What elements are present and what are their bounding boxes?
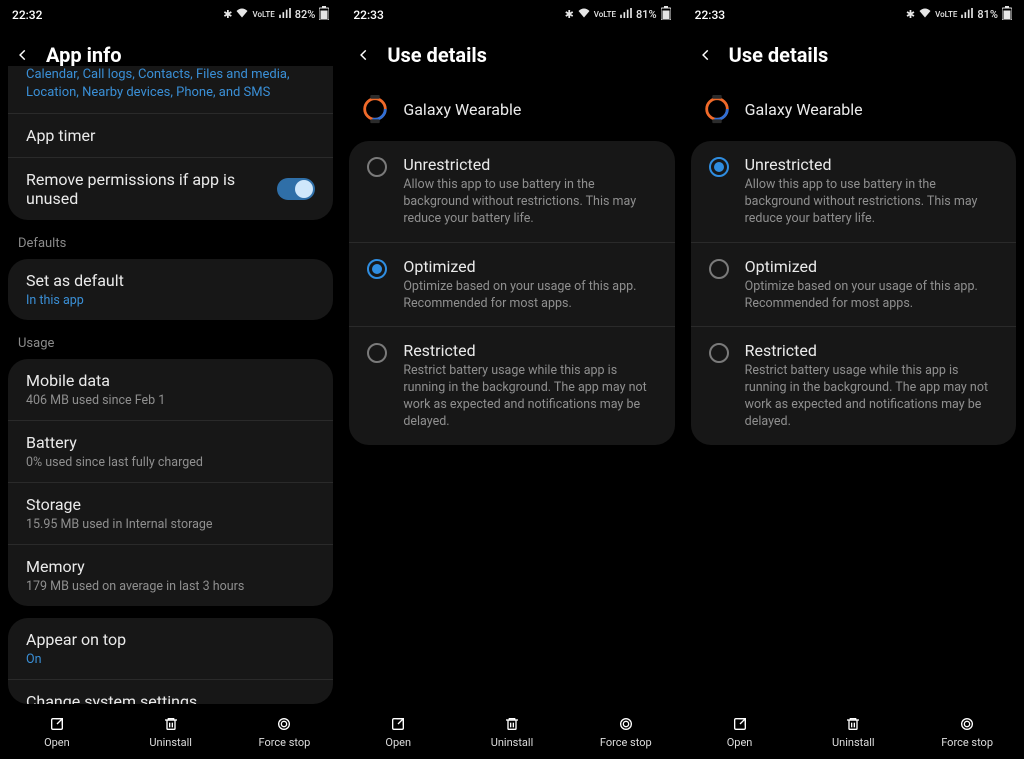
status-bar: 22:33 ✱ VoLTE 81% bbox=[683, 0, 1024, 25]
trash-icon bbox=[162, 715, 180, 733]
panel-battery-options: Unrestricted Allow this app to use batte… bbox=[691, 141, 1016, 445]
radio-optimized[interactable] bbox=[367, 259, 387, 279]
wifi-icon bbox=[236, 8, 248, 21]
battery-icon bbox=[319, 6, 329, 23]
status-bar: 22:33 ✱ VoLTE 81% bbox=[341, 0, 682, 25]
row-set-default[interactable]: Set as default In this app bbox=[8, 259, 333, 320]
row-app-timer[interactable]: App timer bbox=[8, 113, 333, 157]
screen-use-details-unrestricted: 22:33 ✱ VoLTE 81% Use details Galaxy Wea… bbox=[683, 0, 1024, 759]
signal-icon bbox=[279, 8, 291, 21]
app-row: Galaxy Wearable bbox=[683, 83, 1024, 141]
row-mobile-data[interactable]: Mobile data 406 MB used since Feb 1 bbox=[8, 359, 333, 420]
battery-pct: 81% bbox=[636, 8, 657, 21]
status-right: ✱ VoLTE 81% bbox=[565, 6, 671, 23]
wifi-icon bbox=[578, 8, 590, 21]
header: Use details bbox=[341, 25, 682, 83]
open-icon bbox=[48, 715, 66, 733]
battery-icon bbox=[661, 6, 671, 23]
status-time: 22:33 bbox=[695, 8, 725, 22]
row-appear-on-top[interactable]: Appear on top On bbox=[8, 618, 333, 679]
radio-restricted[interactable] bbox=[367, 343, 387, 363]
app-name: Galaxy Wearable bbox=[745, 100, 863, 119]
status-right: ✱ VoLTE 82% bbox=[223, 6, 329, 23]
back-button[interactable] bbox=[355, 46, 373, 64]
row-memory[interactable]: Memory 179 MB used on average in last 3 … bbox=[8, 544, 333, 606]
header: Use details bbox=[683, 25, 1024, 83]
row-change-system-settings[interactable]: Change system settings Allowed bbox=[8, 679, 333, 704]
option-restricted[interactable]: Restricted Restrict battery usage while … bbox=[349, 326, 674, 445]
volte-icon: VoLTE bbox=[594, 11, 616, 19]
section-usage: Usage bbox=[0, 332, 341, 359]
nav-force-stop[interactable]: Force stop bbox=[228, 705, 342, 759]
panel-top: Calendar, Call logs, Contacts, Files and… bbox=[8, 66, 333, 220]
section-defaults: Defaults bbox=[0, 232, 341, 259]
bluetooth-icon: ✱ bbox=[223, 8, 232, 21]
bottom-nav: Open Uninstall Force stop bbox=[0, 705, 341, 759]
screen-app-info: 22:32 ✱ VoLTE 82% App info bbox=[0, 0, 341, 759]
page-title: Use details bbox=[387, 43, 487, 67]
bottom-nav: Open Uninstall Force stop bbox=[683, 705, 1024, 759]
row-storage[interactable]: Storage 15.95 MB used in Internal storag… bbox=[8, 482, 333, 544]
toggle-remove-permissions[interactable] bbox=[277, 178, 315, 200]
app-name: Galaxy Wearable bbox=[403, 100, 521, 119]
signal-icon bbox=[961, 8, 973, 21]
open-icon bbox=[389, 715, 407, 733]
option-optimized[interactable]: Optimized Optimize based on your usage o… bbox=[349, 242, 674, 327]
page-title: App info bbox=[46, 43, 122, 67]
row-remove-permissions[interactable]: Remove permissions if app is unused bbox=[8, 157, 333, 220]
status-bar: 22:32 ✱ VoLTE 82% bbox=[0, 0, 341, 25]
bottom-nav: Open Uninstall Force stop bbox=[341, 705, 682, 759]
permissions-summary[interactable]: Calendar, Call logs, Contacts, Files and… bbox=[8, 66, 333, 113]
content-scroll: Calendar, Call logs, Contacts, Files and… bbox=[0, 66, 341, 705]
app-row: Galaxy Wearable bbox=[341, 83, 682, 141]
radio-restricted[interactable] bbox=[709, 343, 729, 363]
radio-unrestricted[interactable] bbox=[709, 157, 729, 177]
nav-open[interactable]: Open bbox=[0, 705, 114, 759]
panel-battery-options: Unrestricted Allow this app to use batte… bbox=[349, 141, 674, 445]
bluetooth-icon: ✱ bbox=[906, 8, 915, 21]
status-time: 22:33 bbox=[353, 8, 383, 22]
volte-icon: VoLTE bbox=[935, 11, 957, 19]
battery-pct: 81% bbox=[977, 8, 998, 21]
signal-icon bbox=[620, 8, 632, 21]
watch-icon bbox=[359, 93, 391, 125]
option-unrestricted[interactable]: Unrestricted Allow this app to use batte… bbox=[691, 141, 1016, 242]
nosign-icon bbox=[958, 715, 976, 733]
nav-open[interactable]: Open bbox=[683, 705, 797, 759]
row-battery[interactable]: Battery 0% used since last fully charged bbox=[8, 420, 333, 482]
page-title: Use details bbox=[729, 43, 829, 67]
panel-defaults: Set as default In this app bbox=[8, 259, 333, 320]
battery-icon bbox=[1002, 6, 1012, 23]
option-optimized[interactable]: Optimized Optimize based on your usage o… bbox=[691, 242, 1016, 327]
option-restricted[interactable]: Restricted Restrict battery usage while … bbox=[691, 326, 1016, 445]
battery-pct: 82% bbox=[295, 8, 316, 21]
wifi-icon bbox=[919, 8, 931, 21]
nav-uninstall[interactable]: Uninstall bbox=[796, 705, 910, 759]
back-button[interactable] bbox=[14, 46, 32, 64]
panel-usage: Mobile data 406 MB used since Feb 1 Batt… bbox=[8, 359, 333, 606]
radio-optimized[interactable] bbox=[709, 259, 729, 279]
screen-use-details-optimized: 22:33 ✱ VoLTE 81% Use details Galaxy Wea… bbox=[341, 0, 682, 759]
trash-icon bbox=[503, 715, 521, 733]
nosign-icon bbox=[617, 715, 635, 733]
nav-uninstall[interactable]: Uninstall bbox=[114, 705, 228, 759]
nav-open[interactable]: Open bbox=[341, 705, 455, 759]
nav-uninstall[interactable]: Uninstall bbox=[455, 705, 569, 759]
bluetooth-icon: ✱ bbox=[565, 8, 574, 21]
volte-icon: VoLTE bbox=[252, 11, 274, 19]
watch-icon bbox=[701, 93, 733, 125]
nosign-icon bbox=[275, 715, 293, 733]
open-icon bbox=[731, 715, 749, 733]
status-time: 22:32 bbox=[12, 8, 42, 22]
back-button[interactable] bbox=[697, 46, 715, 64]
trash-icon bbox=[844, 715, 862, 733]
panel-advanced: Appear on top On Change system settings … bbox=[8, 618, 333, 704]
status-right: ✱ VoLTE 81% bbox=[906, 6, 1012, 23]
nav-force-stop[interactable]: Force stop bbox=[569, 705, 683, 759]
radio-unrestricted[interactable] bbox=[367, 157, 387, 177]
option-unrestricted[interactable]: Unrestricted Allow this app to use batte… bbox=[349, 141, 674, 242]
nav-force-stop[interactable]: Force stop bbox=[910, 705, 1024, 759]
